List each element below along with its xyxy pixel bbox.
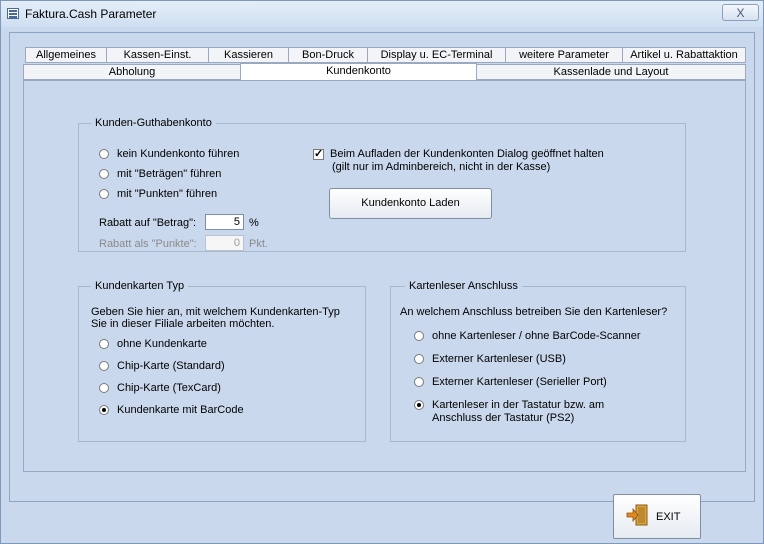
tab-artikel-rabattaktion[interactable]: Artikel u. Rabattaktion bbox=[622, 47, 746, 63]
tab-kassenlade-layout[interactable]: Kassenlade und Layout bbox=[476, 64, 746, 80]
radio-label: Externer Kartenleser (Serieller Port) bbox=[432, 376, 607, 388]
kartenleser-description: An welchem Anschluss betreiben Sie den K… bbox=[400, 306, 668, 318]
close-button[interactable]: X bbox=[722, 4, 759, 21]
tab-weitere-parameter[interactable]: weitere Parameter bbox=[505, 47, 623, 63]
form-icon bbox=[7, 8, 19, 19]
radio-button[interactable] bbox=[99, 361, 109, 371]
radio-button[interactable] bbox=[99, 383, 109, 393]
radio-button[interactable] bbox=[414, 331, 424, 341]
checkbox-label: Beim Aufladen der Kundenkonten Dialog ge… bbox=[330, 148, 604, 160]
radio-mit-punkten[interactable]: mit "Punkten" führen bbox=[99, 188, 217, 201]
radio-mit-betraegen[interactable]: mit "Beträgen" führen bbox=[99, 168, 221, 181]
radio-ohne-kartenleser[interactable]: ohne Kartenleser / ohne BarCode-Scanner bbox=[414, 330, 641, 343]
radio-label: Externer Kartenleser (USB) bbox=[432, 353, 566, 365]
radio-label: Kundenkarte mit BarCode bbox=[117, 404, 244, 416]
group-title: Kunden-Guthabenkonto bbox=[91, 117, 216, 129]
radio-button[interactable] bbox=[414, 377, 424, 387]
radio-label: mit "Beträgen" führen bbox=[117, 168, 222, 180]
radio-label: ohne Kartenleser / ohne BarCode-Scanner bbox=[432, 330, 641, 342]
tab-abholung[interactable]: Abholung bbox=[23, 64, 241, 80]
radio-chip-karte-texcard[interactable]: Chip-Karte (TexCard) bbox=[99, 382, 221, 395]
radio-label: Chip-Karte (Standard) bbox=[117, 360, 225, 372]
radio-label: ohne Kundenkarte bbox=[117, 338, 207, 350]
checkbox-note: (gilt nur im Adminbereich, nicht in der … bbox=[332, 161, 551, 173]
kartentyp-description-1: Geben Sie hier an, mit welchem Kundenkar… bbox=[91, 306, 340, 318]
tab-bon-druck[interactable]: Bon-Druck bbox=[288, 47, 368, 63]
radio-button[interactable] bbox=[414, 354, 424, 364]
group-title: Kundenkarten Typ bbox=[91, 280, 189, 292]
tab-kassen-einst[interactable]: Kassen-Einst. bbox=[106, 47, 209, 63]
kartentyp-description-2: Sie in dieser Filiale arbeiten möchten. bbox=[91, 318, 275, 330]
checkbox[interactable] bbox=[313, 147, 324, 160]
radio-externer-kartenleser-usb[interactable]: Externer Kartenleser (USB) bbox=[414, 353, 566, 366]
radio-button[interactable] bbox=[99, 169, 109, 179]
exit-button[interactable]: EXIT bbox=[613, 494, 701, 539]
tab-kassieren[interactable]: Kassieren bbox=[208, 47, 289, 63]
exit-label: EXIT bbox=[656, 511, 681, 523]
radio-label: Kartenleser in der Tastatur bzw. am bbox=[432, 399, 605, 411]
radio-label: kein Kundenkonto führen bbox=[117, 148, 240, 160]
radio-ohne-kundenkarte[interactable]: ohne Kundenkarte bbox=[99, 338, 207, 351]
radio-button[interactable] bbox=[99, 149, 109, 159]
group-title: Kartenleser Anschluss bbox=[405, 280, 522, 292]
rabatt-punkte-unit: Pkt. bbox=[249, 238, 268, 250]
radio-externer-kartenleser-seriell[interactable]: Externer Kartenleser (Serieller Port) bbox=[414, 376, 607, 389]
radio-kartenleser-tastatur[interactable]: Kartenleser in der Tastatur bzw. am Ansc… bbox=[414, 399, 604, 425]
rabatt-punkte-label: Rabatt als "Punkte": bbox=[99, 238, 197, 250]
rabatt-betrag-input[interactable]: 5 bbox=[205, 214, 244, 230]
radio-button[interactable] bbox=[99, 339, 109, 349]
rabatt-betrag-label: Rabatt auf "Betrag": bbox=[99, 217, 197, 229]
radio-button[interactable] bbox=[414, 400, 424, 410]
radio-button[interactable] bbox=[99, 405, 109, 415]
parameter-window: Faktura.Cash Parameter X Allgemeines Kas… bbox=[0, 0, 764, 544]
radio-kein-kundenkonto[interactable]: kein Kundenkonto führen bbox=[99, 148, 239, 161]
tab-display-ec-terminal[interactable]: Display u. EC-Terminal bbox=[367, 47, 506, 63]
radio-button[interactable] bbox=[99, 189, 109, 199]
radio-kundenkarte-barcode[interactable]: Kundenkarte mit BarCode bbox=[99, 404, 244, 417]
rabatt-punkte-input: 0 bbox=[205, 235, 244, 251]
radio-label: Chip-Karte (TexCard) bbox=[117, 382, 221, 394]
rabatt-betrag-unit: % bbox=[249, 217, 259, 229]
checkbox-dialog-offen[interactable]: Beim Aufladen der Kundenkonten Dialog ge… bbox=[313, 147, 604, 174]
exit-door-icon bbox=[626, 504, 648, 526]
title-bar: Faktura.Cash Parameter X bbox=[1, 1, 763, 27]
tab-allgemeines[interactable]: Allgemeines bbox=[25, 47, 107, 63]
radio-chip-karte-standard[interactable]: Chip-Karte (Standard) bbox=[99, 360, 225, 373]
radio-label: mit "Punkten" führen bbox=[117, 188, 218, 200]
window-title: Faktura.Cash Parameter bbox=[25, 7, 157, 21]
kundenkonto-laden-button[interactable]: Kundenkonto Laden bbox=[329, 188, 492, 219]
radio-label-line2: Anschluss der Tastatur (PS2) bbox=[432, 412, 575, 424]
tab-kundenkonto[interactable]: Kundenkonto bbox=[240, 63, 477, 80]
